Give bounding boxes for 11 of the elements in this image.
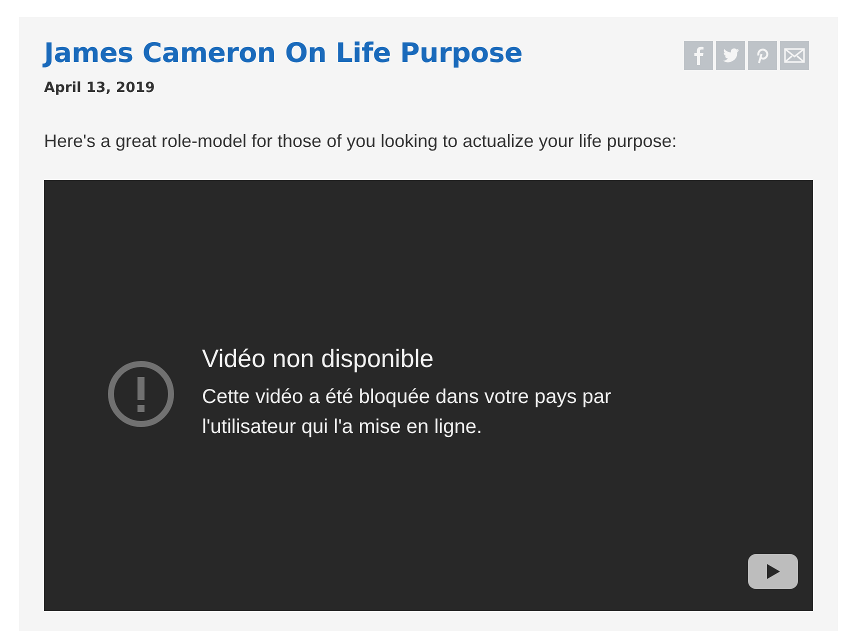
play-logo-icon[interactable] [748, 554, 798, 589]
post-date: April 13, 2019 [44, 80, 156, 96]
bird-icon[interactable] [716, 41, 745, 70]
intro-text: Here's a great role-model for those of you looking to actualize your life purpose: [44, 130, 678, 153]
video-error-message: Cette vidéo a été bloquée dans votre pays par l'utilisateur qui l'a mise en ligne. [202, 385, 612, 440]
post-title[interactable]: James Cameron On Life Purpose [44, 35, 523, 73]
facebook-icon[interactable] [684, 41, 713, 70]
video-error-title: Vidéo non disponible [202, 345, 435, 374]
pin-icon[interactable] [748, 41, 777, 70]
mail-icon[interactable] [780, 41, 809, 70]
warning-icon [107, 360, 175, 428]
